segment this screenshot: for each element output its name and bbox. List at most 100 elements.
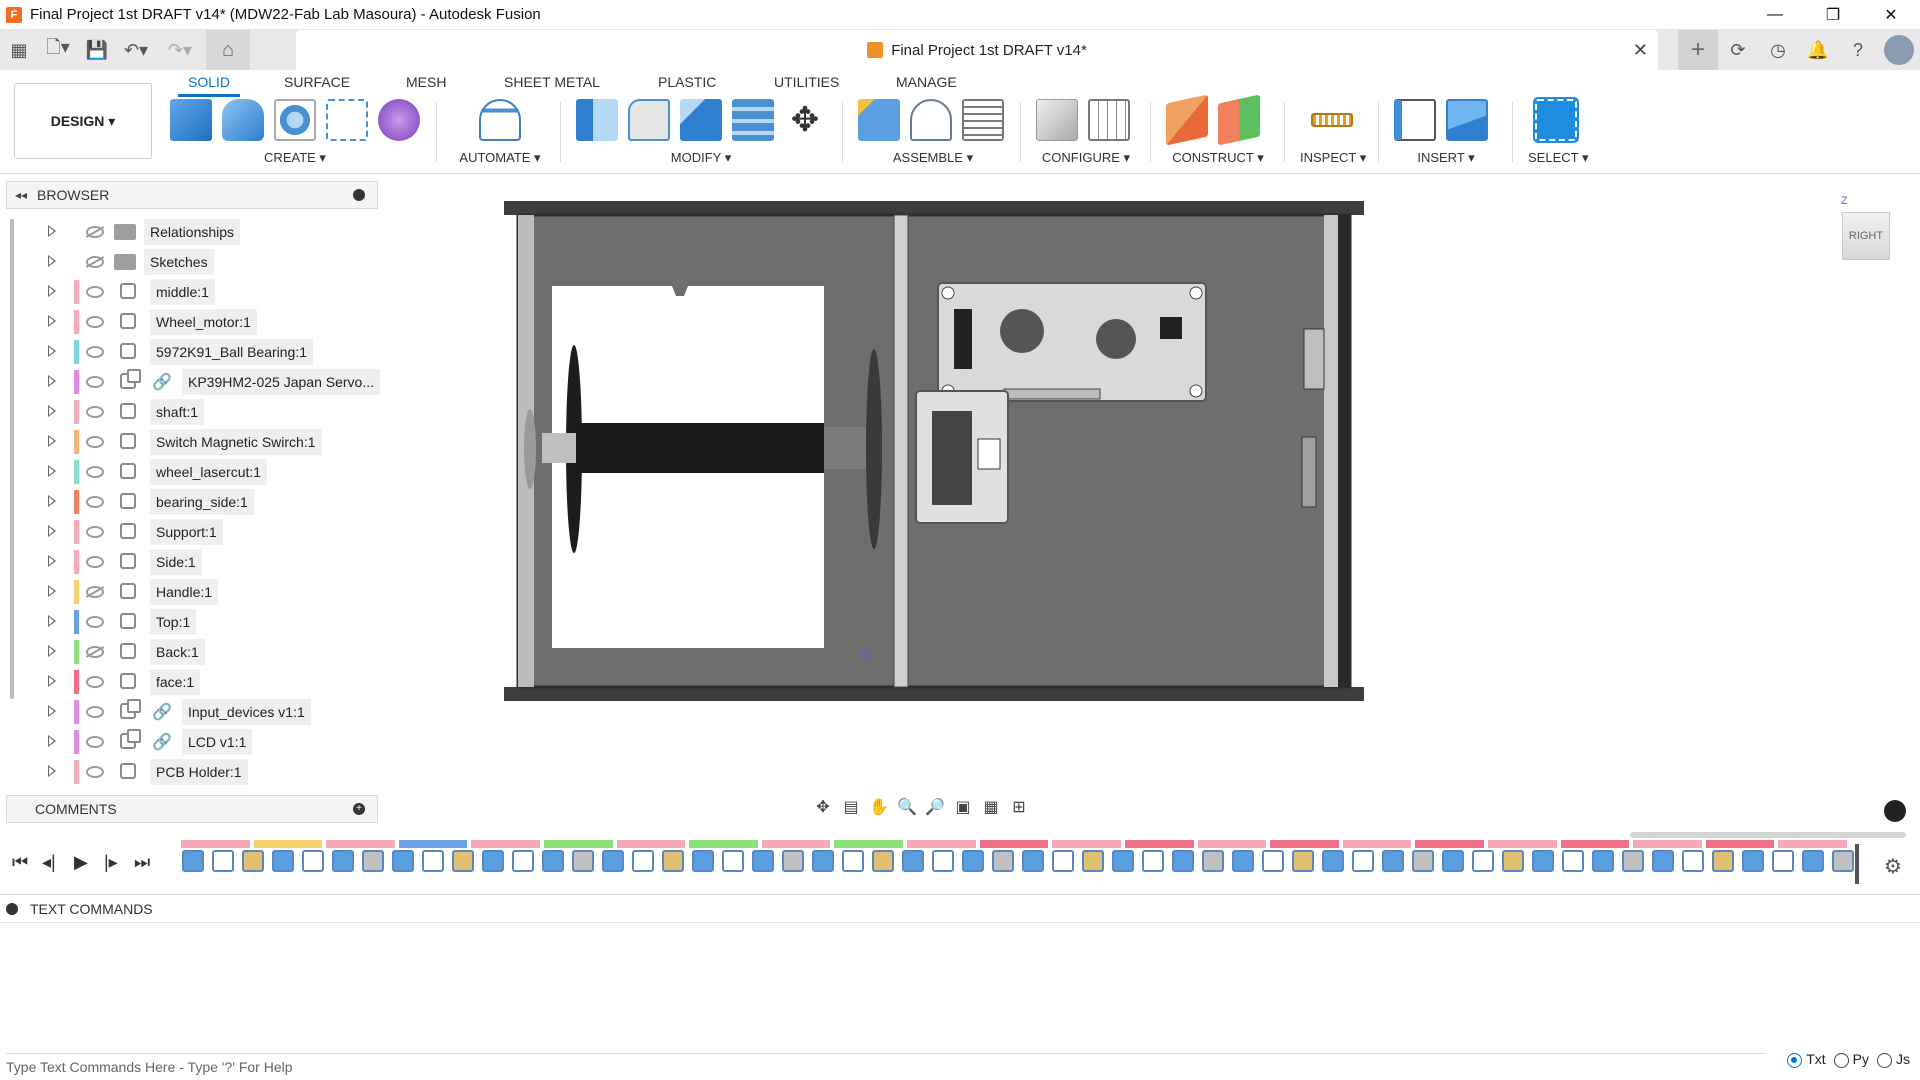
timeline-feature-icon[interactable]: [1742, 850, 1764, 872]
browser-item[interactable]: 🔗 KP39HM2-025 Japan Servo...: [6, 369, 380, 395]
expand-arrow-icon[interactable]: [48, 525, 56, 537]
configure-menu[interactable]: CONFIGURE ▾: [1036, 150, 1136, 166]
document-tab[interactable]: Final Project 1st DRAFT v14* ✕: [296, 30, 1658, 70]
tab-solid[interactable]: SOLID: [177, 74, 241, 97]
visibility-eye-icon[interactable]: [86, 556, 104, 568]
zoom-window-icon[interactable]: 🔎: [924, 796, 946, 818]
visibility-eye-icon[interactable]: [86, 316, 104, 328]
timeline-feature-icon[interactable]: [1712, 850, 1734, 872]
new-component-assemble-icon[interactable]: [858, 99, 900, 141]
text-commands-minimize-icon[interactable]: [6, 902, 18, 915]
timeline-feature-icon[interactable]: [272, 850, 294, 872]
browser-item[interactable]: 🔗 Input_devices v1:1: [6, 699, 378, 725]
step-forward-icon[interactable]: |▸: [104, 852, 118, 873]
orbit-icon[interactable]: ✥: [812, 796, 834, 818]
pan-icon[interactable]: ✋: [868, 796, 890, 818]
collapse-panel-icon[interactable]: ◂◂: [15, 188, 27, 202]
form-icon[interactable]: [378, 99, 420, 141]
expand-arrow-icon[interactable]: [48, 285, 56, 297]
visibility-eye-icon[interactable]: [86, 676, 104, 688]
save-icon[interactable]: 💾: [82, 35, 112, 65]
radio-py[interactable]: [1833, 1052, 1849, 1068]
visibility-eye-icon[interactable]: [86, 526, 104, 538]
comments-panel[interactable]: COMMENTS +: [6, 795, 378, 823]
configure-icon[interactable]: [1036, 99, 1078, 141]
browser-item[interactable]: 5972K91_Ball Bearing:1: [6, 339, 378, 365]
redo-icon[interactable]: ↷▾: [160, 35, 200, 65]
expand-arrow-icon[interactable]: [48, 465, 56, 477]
extensions-icon[interactable]: ⟳: [1718, 30, 1758, 70]
measure-icon[interactable]: [1311, 113, 1353, 127]
timeline-feature-icon[interactable]: [1412, 850, 1434, 872]
timeline-feature-icon[interactable]: [662, 850, 684, 872]
expand-arrow-icon[interactable]: [48, 645, 56, 657]
undo-icon[interactable]: ↶▾: [116, 35, 156, 65]
timeline-feature-icon[interactable]: [1082, 850, 1104, 872]
insert-canvas-icon[interactable]: [1446, 99, 1488, 141]
browser-item[interactable]: Sketches: [6, 249, 378, 275]
expand-arrow-icon[interactable]: [48, 435, 56, 447]
timeline-feature-icon[interactable]: [302, 850, 324, 872]
model-drawing[interactable]: [504, 201, 1364, 701]
user-avatar[interactable]: [1884, 35, 1914, 65]
file-menu-icon[interactable]: 🗋▾: [38, 35, 78, 65]
job-status-icon[interactable]: ◷: [1758, 30, 1798, 70]
tab-manage[interactable]: MANAGE: [896, 74, 957, 90]
insert-derive-icon[interactable]: [1394, 99, 1436, 141]
browser-item[interactable]: Relationships: [6, 219, 378, 245]
new-component-icon[interactable]: [170, 99, 212, 141]
timeline-feature-icon[interactable]: [1382, 850, 1404, 872]
expand-arrow-icon[interactable]: [48, 555, 56, 567]
timeline-feature-icon[interactable]: [1112, 850, 1134, 872]
mode-py[interactable]: Py: [1833, 1051, 1869, 1068]
browser-item[interactable]: Side:1: [6, 549, 378, 575]
hidden-eye-icon[interactable]: [86, 586, 104, 598]
text-command-input[interactable]: [6, 1053, 1766, 1075]
hidden-eye-icon[interactable]: [86, 646, 104, 658]
timeline-scrollbar[interactable]: [1630, 832, 1906, 838]
browser-minimize-icon[interactable]: [353, 189, 365, 201]
close-window-button[interactable]: ✕: [1862, 0, 1920, 30]
expand-arrow-icon[interactable]: [48, 735, 56, 747]
select-icon[interactable]: [1533, 97, 1579, 143]
radio-js[interactable]: [1877, 1052, 1892, 1068]
timeline-feature-icon[interactable]: [1622, 850, 1644, 872]
timeline-feature-icon[interactable]: [782, 850, 804, 872]
timeline-feature-icon[interactable]: [572, 850, 594, 872]
browser-item[interactable]: Handle:1: [6, 579, 378, 605]
browser-item[interactable]: Switch Magnetic Swirch:1: [6, 429, 378, 455]
app-grid-icon[interactable]: ▦: [4, 35, 34, 65]
browser-item[interactable]: face:1: [6, 669, 378, 695]
timeline-feature-icon[interactable]: [1802, 850, 1824, 872]
timeline-feature-icon[interactable]: [362, 850, 384, 872]
chamfer-icon[interactable]: [680, 99, 722, 141]
browser-item[interactable]: 🔗 LCD v1:1: [6, 729, 378, 755]
expand-arrow-icon[interactable]: [48, 615, 56, 627]
timeline-feature-icon[interactable]: [1502, 850, 1524, 872]
expand-arrow-icon[interactable]: [48, 405, 56, 417]
timeline-feature-icon[interactable]: [1202, 850, 1224, 872]
step-back-icon[interactable]: ◂|: [42, 852, 56, 873]
expand-arrow-icon[interactable]: [48, 225, 56, 237]
zoom-icon[interactable]: 🔍: [896, 796, 918, 818]
visibility-eye-icon[interactable]: [86, 466, 104, 478]
construct-menu[interactable]: CONSTRUCT ▾: [1166, 150, 1270, 166]
timeline-feature-icon[interactable]: [962, 850, 984, 872]
timeline-feature-icon[interactable]: [1052, 850, 1074, 872]
timeline-feature-icon[interactable]: [1652, 850, 1674, 872]
expand-arrow-icon[interactable]: [48, 705, 56, 717]
expand-arrow-icon[interactable]: [48, 585, 56, 597]
minimize-button[interactable]: —: [1746, 0, 1804, 30]
viewports-icon[interactable]: ⊞: [1008, 796, 1030, 818]
timeline-feature-icon[interactable]: [1232, 850, 1254, 872]
inspect-menu[interactable]: INSPECT ▾: [1300, 150, 1366, 166]
bill-of-materials-icon[interactable]: [962, 99, 1004, 141]
browser-item[interactable]: Wheel_motor:1: [6, 309, 378, 335]
extrude-icon[interactable]: [222, 99, 264, 141]
fillet-icon[interactable]: [628, 99, 670, 141]
timeline-feature-icon[interactable]: [392, 850, 414, 872]
timeline-feature-icon[interactable]: [1772, 850, 1794, 872]
timeline-feature-icon[interactable]: [1832, 850, 1854, 872]
mode-js[interactable]: Js: [1877, 1051, 1910, 1068]
automate-icon[interactable]: [479, 99, 521, 141]
